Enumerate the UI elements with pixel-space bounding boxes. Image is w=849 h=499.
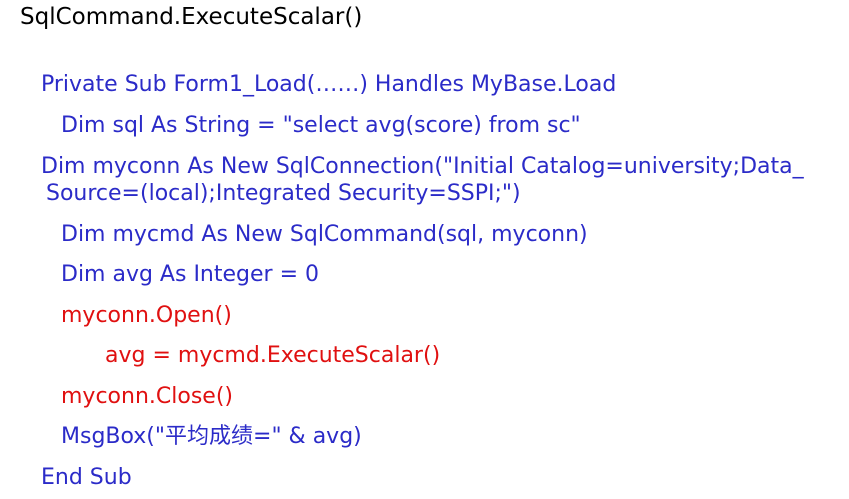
- code-line-close: myconn.Close(): [61, 384, 233, 409]
- code-line-avg-declaration: Dim avg As Integer = 0: [61, 262, 319, 287]
- code-line-open: myconn.Open(): [61, 303, 232, 328]
- slide-title: SqlCommand.ExecuteScalar(): [20, 4, 363, 30]
- code-line-command: Dim mycmd As New SqlCommand(sql, myconn): [61, 222, 588, 247]
- slide: SqlCommand.ExecuteScalar() Private Sub F…: [0, 0, 849, 499]
- code-line-connection-part-2: Source=(local);Integrated Security=SSPI;…: [46, 181, 521, 206]
- code-line-end-sub: End Sub: [41, 465, 132, 490]
- code-line-execute-scalar: avg = mycmd.ExecuteScalar(): [105, 343, 441, 368]
- code-line-sql-variable: Dim sql As String = "select avg(score) f…: [61, 113, 581, 138]
- code-line-sub-declaration: Private Sub Form1_Load(……) Handles MyBas…: [41, 72, 617, 97]
- code-line-connection-part-1: Dim myconn As New SqlConnection("Initial…: [41, 154, 804, 179]
- code-line-msgbox: MsgBox("平均成绩=" & avg): [61, 424, 362, 449]
